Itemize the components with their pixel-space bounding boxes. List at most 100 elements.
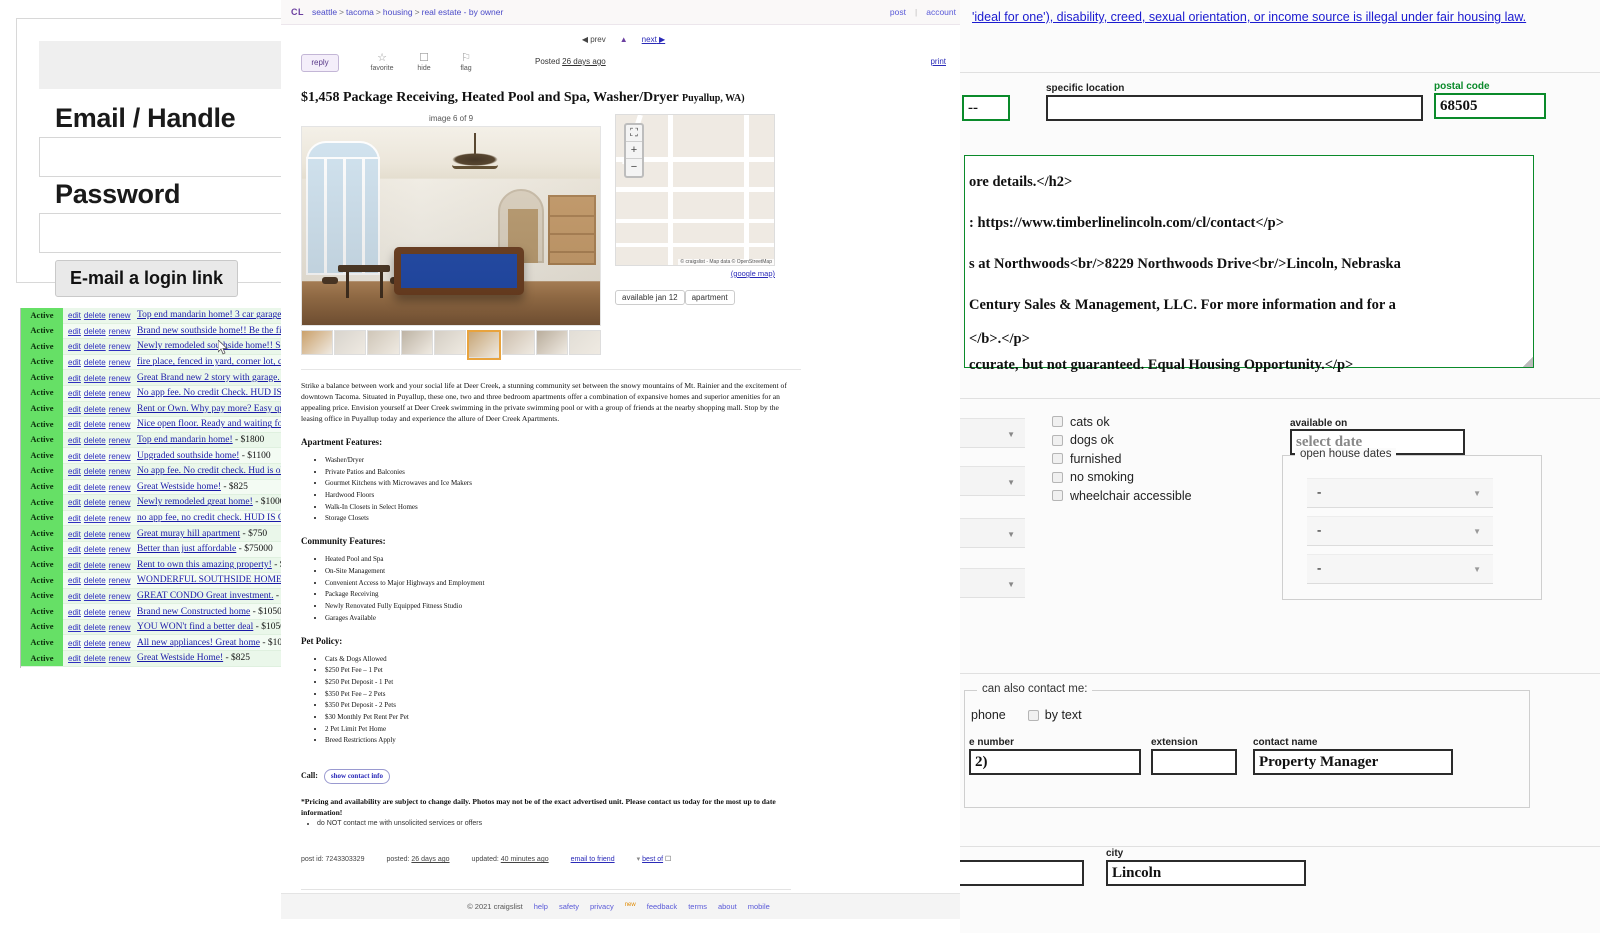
posting-title-link[interactable]: Top end mandarin home! 3 car garage: [137, 310, 281, 320]
post-link[interactable]: post: [890, 7, 906, 17]
posting-title-link[interactable]: Great muray hill apartment: [137, 529, 240, 539]
table-row[interactable]: ActiveeditdeleterenewNewly remodeled sou…: [21, 338, 281, 355]
footer-link-terms[interactable]: terms: [688, 902, 707, 911]
thumbnail[interactable]: [467, 330, 502, 360]
posting-title-link[interactable]: Great Brand new 2 story with garage. Wha…: [137, 373, 281, 383]
posting-title-link[interactable]: Newly remodeled southside home!! Section…: [137, 341, 281, 351]
table-row[interactable]: Active edit delete renew Top end mandarin ho…: [21, 432, 281, 449]
craigslist-logo[interactable]: CL: [291, 7, 304, 17]
favorite-button[interactable]: ☆ favorite: [361, 52, 403, 72]
breadcrumb-item[interactable]: real estate - by owner: [422, 7, 504, 17]
checkbox[interactable]: [1052, 453, 1063, 464]
delete-link[interactable]: delete: [84, 327, 106, 336]
renew-link[interactable]: renew: [109, 639, 131, 648]
delete-link[interactable]: delete: [84, 467, 106, 476]
street-address-input[interactable]: [960, 860, 1084, 886]
neighborhood-select[interactable]: -- The T: [962, 95, 1010, 121]
breadcrumb-item[interactable]: tacoma: [346, 7, 374, 17]
edit-link[interactable]: edit: [68, 311, 81, 320]
renew-link[interactable]: renew: [109, 436, 131, 445]
renew-link[interactable]: renew: [109, 545, 131, 554]
table-row[interactable]: Active edit delete renew Upgraded southside …: [21, 447, 281, 464]
renew-link[interactable]: renew: [109, 374, 131, 383]
thumbnail-strip[interactable]: [301, 330, 601, 360]
posting-title-link[interactable]: Newly remodeled great home!: [137, 497, 253, 507]
posting-title-link[interactable]: YOU WON't find a better deal: [137, 622, 253, 632]
map-controls[interactable]: ⛶ + −: [624, 123, 644, 178]
renew-link[interactable]: renew: [109, 561, 131, 570]
edit-link[interactable]: edit: [68, 327, 81, 336]
checkbox[interactable]: [1052, 490, 1063, 501]
table-row[interactable]: Active edit delete renew GREAT CONDO Great i…: [21, 588, 281, 605]
edit-link[interactable]: edit: [68, 530, 81, 539]
delete-link[interactable]: delete: [84, 342, 106, 351]
renew-link[interactable]: renew: [109, 358, 131, 367]
table-row[interactable]: Active edit delete renew Rent to own this am…: [21, 557, 281, 574]
edit-link[interactable]: edit: [68, 405, 81, 414]
delete-link[interactable]: delete: [84, 654, 106, 663]
edit-link[interactable]: edit: [68, 452, 81, 461]
checkbox-row[interactable]: wheelchair accessible: [1052, 489, 1192, 503]
posting-title-link[interactable]: GREAT CONDO Great investment.: [137, 591, 274, 601]
delete-link[interactable]: delete: [84, 530, 106, 539]
breadcrumb-item[interactable]: seattle: [312, 7, 337, 17]
show-contact-info-button[interactable]: show contact info: [323, 769, 391, 784]
edit-link[interactable]: edit: [68, 498, 81, 507]
attribute-select-1[interactable]: ▼: [960, 466, 1025, 496]
checkbox-row[interactable]: no smoking: [1052, 470, 1192, 484]
table-row[interactable]: Active edit delete renew No app fee. No cred…: [21, 385, 281, 402]
posting-title-link[interactable]: All new appliances! Great home: [137, 638, 260, 648]
checkbox-row[interactable]: furnished: [1052, 452, 1192, 466]
textarea-resize-handle[interactable]: [1523, 357, 1533, 367]
by-text-checkbox-wrap[interactable]: by text: [1027, 708, 1082, 722]
table-row[interactable]: Active edit delete renew YOU WON't find a be…: [21, 619, 281, 636]
delete-link[interactable]: delete: [84, 514, 106, 523]
renew-link[interactable]: renew: [109, 389, 131, 398]
checkbox[interactable]: [1052, 434, 1063, 446]
password-input[interactable]: [39, 213, 300, 253]
up-to-list-icon[interactable]: ▲: [620, 35, 628, 44]
renew-link[interactable]: renew: [109, 405, 131, 414]
thumbnail[interactable]: [367, 330, 400, 355]
table-row[interactable]: Active edit delete renew Better than just af…: [21, 541, 281, 558]
table-row[interactable]: Active edit delete renew Great Westside home…: [21, 479, 281, 496]
renew-link[interactable]: renew: [109, 483, 131, 492]
extension-input[interactable]: [1151, 749, 1237, 775]
edit-link[interactable]: edit: [68, 483, 81, 492]
footer-link-feedback[interactable]: feedback: [647, 902, 677, 911]
checkbox-row[interactable]: cats ok: [1052, 415, 1192, 429]
table-row[interactable]: Active edit delete renew Top end mandarin ho…: [21, 308, 281, 324]
fair-housing-notice-link[interactable]: 'ideal for one'), disability, creed, sex…: [972, 10, 1526, 24]
posting-title-link[interactable]: Brand new Constructed home: [137, 607, 250, 617]
by-text-checkbox[interactable]: [1027, 709, 1039, 721]
thumbnail[interactable]: [334, 330, 367, 355]
posting-title-link[interactable]: No app fee. No credit check. Hud is okay: [137, 466, 281, 476]
posting-title-link[interactable]: Upgraded southside home!: [137, 451, 239, 461]
edit-link[interactable]: edit: [68, 389, 81, 398]
table-row[interactable]: Active edit delete renew Great Westside Home…: [21, 650, 281, 667]
account-link[interactable]: account: [926, 7, 956, 17]
table-row[interactable]: Active edit delete renew Newly remodeled gre…: [21, 494, 281, 511]
prev-post-link[interactable]: ◀ prev: [582, 35, 606, 44]
renew-link[interactable]: renew: [109, 327, 131, 336]
open-house-select-1[interactable]: - ▼: [1307, 516, 1493, 546]
posting-title-link[interactable]: Rent or Own. Why pay more? Easy qualify: [137, 404, 281, 414]
footer-link-help[interactable]: help: [534, 902, 548, 911]
renew-link[interactable]: renew: [109, 608, 131, 617]
posting-title-link[interactable]: Brand new southside home!! Be the first …: [137, 326, 281, 336]
open-house-select-2[interactable]: - ▼: [1307, 554, 1493, 584]
edit-link[interactable]: edit: [68, 639, 81, 648]
renew-link[interactable]: renew: [109, 342, 131, 351]
delete-link[interactable]: delete: [84, 405, 106, 414]
map-zoom-in-button[interactable]: +: [626, 142, 642, 159]
table-row[interactable]: Active edit delete renew Rent or Own. Why pa…: [21, 401, 281, 418]
checkbox[interactable]: [1052, 471, 1063, 483]
table-row[interactable]: Active edit delete renew no app fee, no cred…: [21, 510, 281, 527]
edit-link[interactable]: edit: [68, 561, 81, 570]
thumbnail[interactable]: [535, 330, 568, 355]
thumbnail[interactable]: [502, 330, 535, 355]
table-row[interactable]: Active edit delete renew All new appliances!…: [21, 634, 281, 652]
edit-link[interactable]: edit: [68, 545, 81, 554]
delete-link[interactable]: delete: [84, 483, 106, 492]
best-of-link[interactable]: best of: [642, 856, 663, 863]
